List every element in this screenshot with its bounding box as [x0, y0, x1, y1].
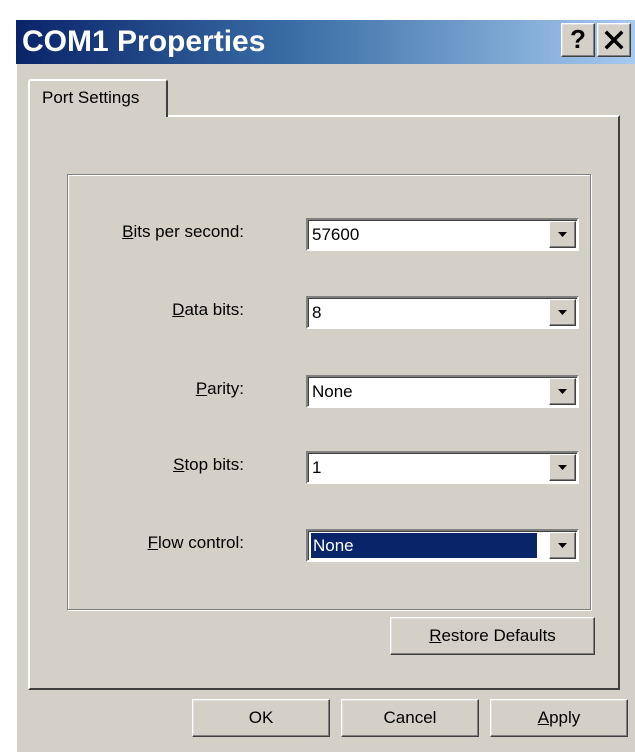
tab-label: Port Settings [42, 88, 140, 107]
tab-panel: Bits per second: 57600 Data bits: 8 Pari… [28, 115, 620, 690]
chevron-down-icon [558, 389, 567, 394]
help-button[interactable]: ? [561, 23, 595, 57]
stop-bits-select[interactable]: 1 [306, 451, 579, 484]
title-bar[interactable]: COM1 Properties ? [16, 20, 635, 64]
tab-port-settings[interactable]: Port Settings [28, 79, 168, 117]
cancel-button[interactable]: Cancel [341, 699, 479, 737]
data-bits-select[interactable]: 8 [306, 296, 579, 329]
flow-control-value: None [310, 532, 538, 559]
parity-select[interactable]: None [306, 375, 579, 408]
apply-button[interactable]: Apply [490, 699, 628, 737]
chevron-down-icon [558, 232, 567, 237]
stop-bits-value: 1 [312, 458, 322, 477]
flow-control-dropdown-button[interactable] [549, 532, 576, 559]
help-icon: ? [570, 24, 586, 54]
dialog-window: COM1 Properties ? Port Settings Bits per… [16, 20, 635, 752]
data-bits-label: Data bits: [172, 300, 244, 319]
bits-per-second-select[interactable]: 57600 [306, 218, 579, 251]
bits-per-second-dropdown-button[interactable] [549, 221, 576, 248]
bits-per-second-label: Bits per second: [122, 222, 244, 241]
chevron-down-icon [558, 543, 567, 548]
restore-defaults-button[interactable]: Restore Defaults [390, 617, 595, 655]
close-button[interactable] [597, 23, 631, 57]
flow-control-label: Flow control: [147, 533, 244, 552]
flow-control-select[interactable]: None [306, 529, 579, 562]
data-bits-dropdown-button[interactable] [549, 299, 576, 326]
ok-button[interactable]: OK [192, 699, 330, 737]
parity-label: Parity: [195, 379, 244, 398]
parity-dropdown-button[interactable] [549, 378, 576, 405]
data-bits-value: 8 [312, 303, 322, 322]
window-title: COM1 Properties [22, 25, 266, 58]
stop-bits-label: Stop bits: [173, 455, 244, 474]
chevron-down-icon [558, 465, 567, 470]
close-icon [603, 27, 625, 57]
parity-value: None [312, 382, 353, 401]
stop-bits-dropdown-button[interactable] [549, 454, 576, 481]
bits-per-second-value: 57600 [312, 225, 360, 244]
chevron-down-icon [558, 310, 567, 315]
settings-group: Bits per second: 57600 Data bits: 8 Pari… [67, 174, 591, 610]
